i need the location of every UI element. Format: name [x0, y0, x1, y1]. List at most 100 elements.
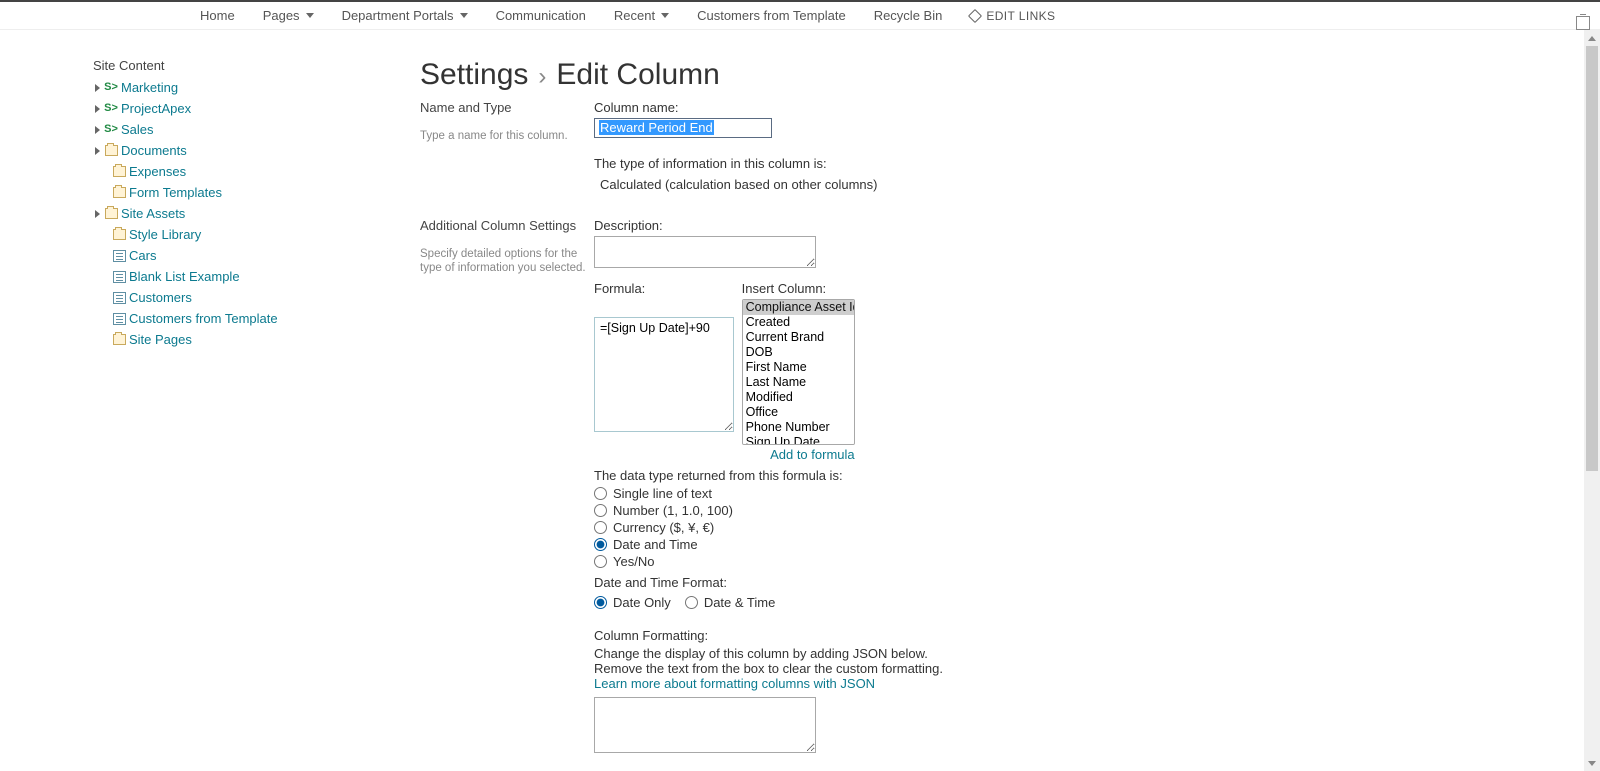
nav-department-portals[interactable]: Department Portals: [342, 8, 468, 23]
expand-icon[interactable]: [95, 210, 100, 218]
folder-icon: [112, 333, 126, 347]
insert-column-label: Insert Column:: [742, 281, 855, 296]
nav-home[interactable]: Home: [200, 8, 235, 23]
insert-column-option[interactable]: DOB: [743, 345, 854, 360]
tree-node-link[interactable]: Expenses: [129, 163, 186, 180]
nav-recycle-bin[interactable]: Recycle Bin: [874, 8, 943, 23]
data-type-radio-label: Currency ($, ¥, €): [613, 520, 714, 535]
expand-icon[interactable]: [95, 126, 100, 134]
column-formatting-help2: Remove the text from the box to clear th…: [594, 661, 943, 676]
data-type-radio[interactable]: [594, 504, 607, 517]
top-navigation-bar: Home Pages Department Portals Communicat…: [0, 2, 1600, 30]
insert-column-option[interactable]: Last Name: [743, 375, 854, 390]
insert-column-option[interactable]: Office: [743, 405, 854, 420]
page-title: Edit Column: [556, 58, 719, 92]
data-type-radio[interactable]: [594, 555, 607, 568]
date-format-radio[interactable]: [594, 596, 607, 609]
chevron-down-icon: [306, 13, 314, 18]
chevron-down-icon: [661, 13, 669, 18]
edit-links-button[interactable]: EDIT LINKS: [970, 9, 1055, 23]
insert-column-option[interactable]: Phone Number: [743, 420, 854, 435]
scrollbar-thumb[interactable]: [1586, 46, 1598, 471]
list-icon: [112, 291, 126, 305]
scroll-up-icon[interactable]: [1584, 30, 1600, 46]
tree-node-link[interactable]: Marketing: [121, 79, 178, 96]
data-type-radio[interactable]: [594, 521, 607, 534]
folder-icon: [104, 207, 118, 221]
tree-node-link[interactable]: Sales: [121, 121, 154, 138]
section-addl-desc: Specify detailed options for the type of…: [420, 247, 594, 275]
breadcrumb-settings-link[interactable]: Settings: [420, 58, 528, 92]
section-name-title: Name and Type: [420, 100, 594, 115]
insert-column-listbox[interactable]: Compliance Asset IdCreatedCurrent BrandD…: [742, 299, 855, 445]
date-time-format-label: Date and Time Format:: [594, 575, 943, 590]
column-formatting-help1: Change the display of this column by add…: [594, 646, 943, 661]
tree-node-link[interactable]: Customers: [129, 289, 192, 306]
site-icon: S>: [104, 102, 118, 116]
column-formatting-textarea[interactable]: [594, 697, 816, 753]
nav-pages[interactable]: Pages: [263, 8, 314, 23]
tree-node-link[interactable]: Documents: [121, 142, 187, 159]
date-format-radio-label: Date & Time: [704, 595, 776, 610]
data-type-radio-label: Date and Time: [613, 537, 698, 552]
tree-node-link[interactable]: ProjectApex: [121, 100, 191, 117]
site-content-heading: Site Content: [93, 58, 300, 73]
insert-column-option[interactable]: Current Brand: [743, 330, 854, 345]
site-icon: S>: [104, 81, 118, 95]
expand-icon[interactable]: [95, 105, 100, 113]
formula-textarea[interactable]: [594, 317, 734, 432]
section-addl-title: Additional Column Settings: [420, 218, 594, 233]
chevron-down-icon: [460, 13, 468, 18]
column-formatting-label: Column Formatting:: [594, 628, 943, 643]
date-format-radio[interactable]: [685, 596, 698, 609]
data-type-radio-label: Number (1, 1.0, 100): [613, 503, 733, 518]
learn-more-json-link[interactable]: Learn more about formatting columns with…: [594, 676, 875, 691]
add-to-formula-link[interactable]: Add to formula: [770, 447, 855, 462]
column-name-input[interactable]: Reward Period End: [594, 118, 772, 138]
tree-node-link[interactable]: Customers from Template: [129, 310, 278, 327]
expand-icon[interactable]: [95, 147, 100, 155]
tree-node-link[interactable]: Blank List Example: [129, 268, 240, 285]
nav-recent[interactable]: Recent: [614, 8, 669, 23]
date-format-radio-label: Date Only: [613, 595, 671, 610]
folder-icon: [112, 228, 126, 242]
list-icon: [112, 249, 126, 263]
focus-mode-icon[interactable]: [1576, 16, 1590, 30]
data-type-radio[interactable]: [594, 538, 607, 551]
pencil-icon: [968, 8, 982, 22]
data-type-radio[interactable]: [594, 487, 607, 500]
tree-node-link[interactable]: Form Templates: [129, 184, 222, 201]
breadcrumb-separator: ›: [538, 63, 546, 91]
col-name-label: Column name:: [594, 100, 878, 115]
formula-label: Formula:: [594, 281, 734, 296]
description-label: Description:: [594, 218, 943, 233]
description-textarea[interactable]: [594, 236, 816, 268]
folder-icon: [112, 165, 126, 179]
tree-node-link[interactable]: Cars: [129, 247, 156, 264]
data-type-label: The data type returned from this formula…: [594, 468, 943, 483]
folder-icon: [112, 186, 126, 200]
insert-column-option[interactable]: Sign Up Date: [743, 435, 854, 445]
insert-column-option[interactable]: Compliance Asset Id: [743, 300, 854, 315]
section-name-desc: Type a name for this column.: [420, 129, 594, 143]
tree-node-link[interactable]: Style Library: [129, 226, 201, 243]
nav-customers-from-template[interactable]: Customers from Template: [697, 8, 846, 23]
nav-communication[interactable]: Communication: [496, 8, 586, 23]
type-info-value: Calculated (calculation based on other c…: [594, 177, 878, 192]
type-info-label: The type of information in this column i…: [594, 156, 878, 171]
data-type-radio-label: Yes/No: [613, 554, 654, 569]
site-content-tree: S>MarketingS>ProjectApexS>SalesDocuments…: [93, 77, 300, 350]
list-icon: [112, 270, 126, 284]
insert-column-option[interactable]: Created: [743, 315, 854, 330]
site-icon: S>: [104, 123, 118, 137]
insert-column-option[interactable]: First Name: [743, 360, 854, 375]
folder-icon: [104, 144, 118, 158]
data-type-radio-label: Single line of text: [613, 486, 712, 501]
expand-icon[interactable]: [95, 84, 100, 92]
tree-node-link[interactable]: Site Assets: [121, 205, 185, 222]
tree-node-link[interactable]: Site Pages: [129, 331, 192, 348]
insert-column-option[interactable]: Modified: [743, 390, 854, 405]
vertical-scrollbar[interactable]: [1584, 30, 1600, 771]
breadcrumb: Settings › Edit Column: [420, 58, 1600, 92]
scroll-down-icon[interactable]: [1584, 755, 1600, 771]
